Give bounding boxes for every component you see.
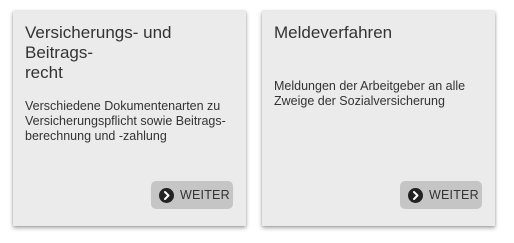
card-title: Meldeverfahren (274, 23, 393, 42)
arrow-right-circle-icon (408, 187, 423, 203)
card-versicherungs-und-beitragsrecht: Versicherungs- und Beitrags- recht Versc… (13, 11, 246, 226)
weiter-button[interactable]: WEITER (151, 181, 233, 209)
card-title: Versicherungs- und Beitrags- recht (25, 23, 172, 82)
weiter-button[interactable]: WEITER (400, 181, 482, 209)
card-description: Verschiedene Dokumentenarten zu Versiche… (25, 99, 226, 143)
weiter-button-label: WEITER (180, 188, 230, 202)
card-grid: Versicherungs- und Beitrags- recht Versc… (0, 0, 514, 243)
card-description: Meldungen der Arbeitgeber an alle Zweige… (274, 79, 466, 108)
weiter-button-label: WEITER (429, 188, 479, 202)
arrow-right-circle-icon (159, 187, 174, 203)
card-meldeverfahren: Meldeverfahren Meldungen der Arbeitgeber… (262, 11, 495, 226)
